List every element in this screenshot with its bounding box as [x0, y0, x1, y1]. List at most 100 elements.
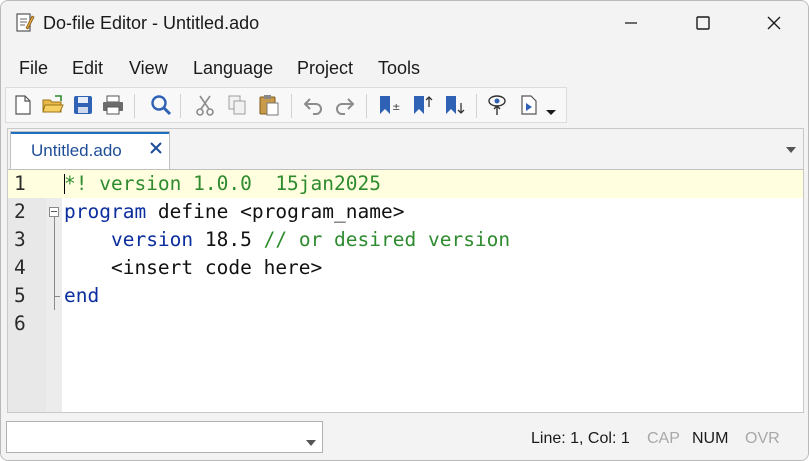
line-number: 3	[14, 228, 26, 251]
toolbar-separator	[291, 94, 292, 118]
find-button[interactable]	[148, 92, 174, 118]
minimize-icon	[625, 22, 637, 24]
code-editor[interactable]: 1 *! version 1.0.0 15jan2025 2 program defi…	[8, 170, 803, 412]
show-file-button[interactable]	[484, 92, 510, 118]
svg-text:±: ±	[392, 102, 400, 113]
active-tab-indicator	[11, 132, 169, 134]
num-indicator: NUM	[692, 430, 729, 447]
close-window-button[interactable]	[751, 1, 797, 45]
show-file-icon	[488, 95, 506, 115]
print-icon	[103, 95, 123, 115]
undo-button[interactable]	[300, 92, 326, 118]
code-line[interactable]: 3 version 18.5 // or desired version	[8, 226, 803, 254]
code-text: program define <program_name>	[64, 198, 404, 226]
cut-icon	[196, 95, 214, 116]
menu-file[interactable]: File	[19, 57, 48, 79]
fold-toggle-icon[interactable]	[49, 207, 59, 217]
execute-dropdown-icon	[546, 110, 556, 115]
cursor-position: Line: 1, Col: 1	[531, 430, 630, 447]
toggle-bookmark-button[interactable]: ±	[376, 92, 402, 118]
copy-button[interactable]	[224, 92, 250, 118]
status-bar: Line: 1, Col: 1 CAP NUM OVR	[1, 415, 808, 460]
paste-icon	[259, 95, 279, 116]
line-number: 5	[14, 284, 26, 307]
paste-button[interactable]	[256, 92, 282, 118]
execute-button[interactable]	[516, 92, 542, 118]
save-button[interactable]	[70, 92, 96, 118]
code-text: version 18.5 // or desired version	[64, 226, 510, 254]
next-bookmark-icon	[446, 96, 465, 114]
line-number: 6	[14, 312, 26, 335]
chevron-down-icon[interactable]	[305, 434, 317, 446]
keyword-token: program	[64, 200, 147, 223]
menu-edit[interactable]: Edit	[72, 57, 103, 79]
previous-bookmark-button[interactable]	[410, 92, 436, 118]
next-bookmark-button[interactable]	[442, 92, 468, 118]
redo-icon	[336, 98, 355, 115]
new-file-icon	[15, 95, 31, 115]
tab-label: Untitled.ado	[31, 141, 122, 160]
menu-project[interactable]: Project	[297, 57, 353, 79]
close-icon	[767, 16, 781, 30]
print-button[interactable]	[100, 92, 126, 118]
ovr-indicator: OVR	[745, 430, 780, 447]
toggle-bookmark-icon: ±	[380, 96, 400, 114]
menu-language[interactable]: Language	[193, 57, 273, 79]
comment-token: // or desired version	[263, 228, 511, 251]
previous-bookmark-icon	[414, 96, 433, 114]
command-combo-box[interactable]	[6, 421, 323, 453]
tab-untitled-ado[interactable]: Untitled.ado	[10, 131, 170, 169]
toolbar-separator	[134, 94, 135, 118]
undo-icon	[303, 98, 322, 115]
do-file-editor-window: Do-file Editor - Untitled.ado File Edit …	[0, 0, 809, 461]
text-token: <insert code here>	[64, 256, 323, 279]
maximize-icon	[696, 16, 710, 30]
text-token: 18.5	[193, 228, 264, 251]
redo-button[interactable]	[332, 92, 358, 118]
copy-icon	[228, 95, 246, 115]
line-number: 1	[14, 172, 26, 195]
new-file-button[interactable]	[10, 92, 36, 118]
toolbar-separator	[366, 94, 367, 118]
code-text: *! version 1.0.0 15jan2025	[64, 170, 381, 198]
fold-end-marker	[54, 296, 60, 297]
menu-bar: File Edit View Language Project Tools	[1, 45, 808, 87]
open-file-button[interactable]	[40, 92, 66, 118]
text-caret	[64, 174, 65, 194]
toolbar: ±	[5, 87, 567, 123]
toolbar-separator	[180, 94, 181, 118]
toolbar-separator	[476, 94, 477, 118]
code-text: <insert code here>	[64, 254, 322, 282]
tab-close-icon[interactable]	[149, 141, 163, 155]
code-line[interactable]: 1 *! version 1.0.0 15jan2025	[8, 170, 803, 198]
cap-indicator: CAP	[647, 430, 680, 447]
editor-frame: Untitled.ado 1 *! version 1.0.0 15jan2025…	[7, 128, 804, 413]
code-line[interactable]: 2 program define <program_name>	[8, 198, 803, 226]
execute-icon	[521, 95, 537, 115]
cut-button[interactable]	[192, 92, 218, 118]
tab-list-dropdown-icon[interactable]	[784, 142, 798, 153]
keyword-token: end	[64, 284, 100, 307]
code-text: end	[64, 282, 99, 310]
open-file-icon	[42, 95, 64, 113]
minimize-button[interactable]	[608, 1, 654, 45]
execute-dropdown-button[interactable]	[542, 92, 560, 118]
save-icon	[74, 96, 92, 114]
line-number: 2	[14, 200, 26, 223]
title-bar: Do-file Editor - Untitled.ado	[1, 1, 808, 45]
code-line[interactable]: 4 <insert code here>	[8, 254, 803, 282]
menu-view[interactable]: View	[129, 57, 168, 79]
code-line[interactable]: 6	[8, 310, 803, 338]
keyword-token: version	[110, 228, 194, 251]
text-token: define <program_name>	[146, 200, 405, 223]
find-icon	[151, 95, 172, 116]
tab-strip: Untitled.ado	[8, 129, 803, 170]
window-title: Do-file Editor - Untitled.ado	[43, 13, 260, 33]
code-line[interactable]: 5 end	[8, 282, 803, 310]
do-file-app-icon	[15, 12, 35, 34]
line-number: 4	[14, 256, 26, 279]
comment-token: *! version 1.0.0 15jan2025	[64, 172, 381, 195]
menu-tools[interactable]: Tools	[378, 57, 420, 79]
maximize-button[interactable]	[680, 1, 726, 45]
